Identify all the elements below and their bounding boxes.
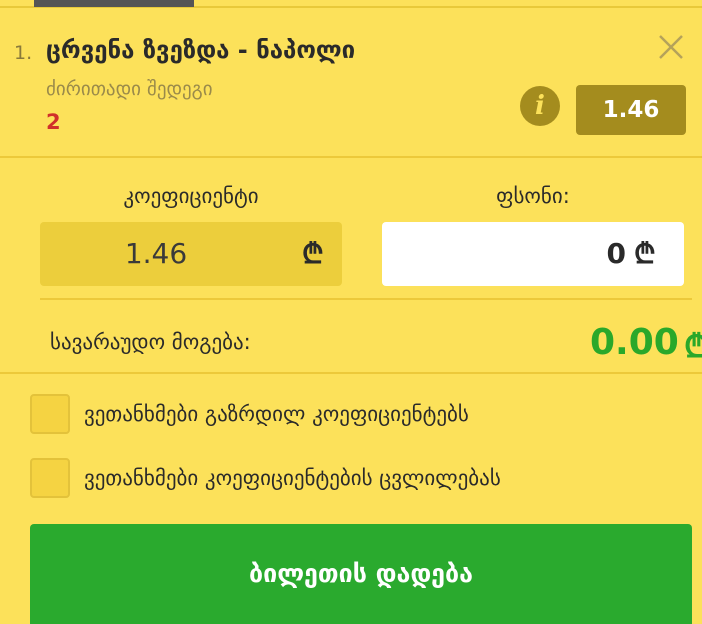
bet-selection: 1. ცრვენა ზვეზდა - ნაპოლი ძირითადი შედეგ…	[0, 8, 702, 158]
odds-field-value: 1.46	[124, 237, 188, 270]
accept-odds-change-checkbox[interactable]	[30, 458, 70, 498]
stake-label: ფსონი:	[496, 184, 570, 208]
info-icon[interactable]: i	[520, 86, 560, 126]
potential-win-value: 0.00	[590, 322, 679, 363]
active-tab-indicator	[34, 0, 194, 7]
outcome-value: 2	[46, 110, 61, 134]
lari-icon: ₾	[684, 327, 702, 365]
bet-index: 1.	[14, 42, 33, 64]
potential-win-label: სავარაუდო მოგება:	[50, 330, 251, 354]
section-divider	[0, 372, 702, 374]
stake-input[interactable]: 0 ₾	[382, 222, 684, 286]
place-bet-button[interactable]: ბილეთის დადება	[30, 524, 692, 624]
stake-input-value[interactable]: 0	[607, 222, 626, 286]
accept-increased-odds-label[interactable]: ვეთანხმები გაზრდილ კოეფიციენტებს	[84, 402, 469, 426]
match-title: ცრვენა ზვეზდა - ნაპოლი	[46, 36, 356, 64]
accept-increased-odds-checkbox[interactable]	[30, 394, 70, 434]
lari-icon: ₾	[302, 237, 324, 270]
odds-label: კოეფიციენტი	[123, 184, 259, 208]
odds-field: 1.46 ₾	[40, 222, 342, 286]
odds-badge: 1.46	[576, 85, 686, 135]
accept-odds-change-label[interactable]: ვეთანხმები კოეფიციენტების ცვლილებას	[84, 466, 501, 490]
top-bar	[0, 0, 702, 8]
market-label: ძირითადი შედეგი	[46, 78, 213, 100]
lari-icon: ₾	[634, 237, 656, 270]
close-icon[interactable]	[656, 32, 686, 62]
divider	[40, 298, 692, 300]
